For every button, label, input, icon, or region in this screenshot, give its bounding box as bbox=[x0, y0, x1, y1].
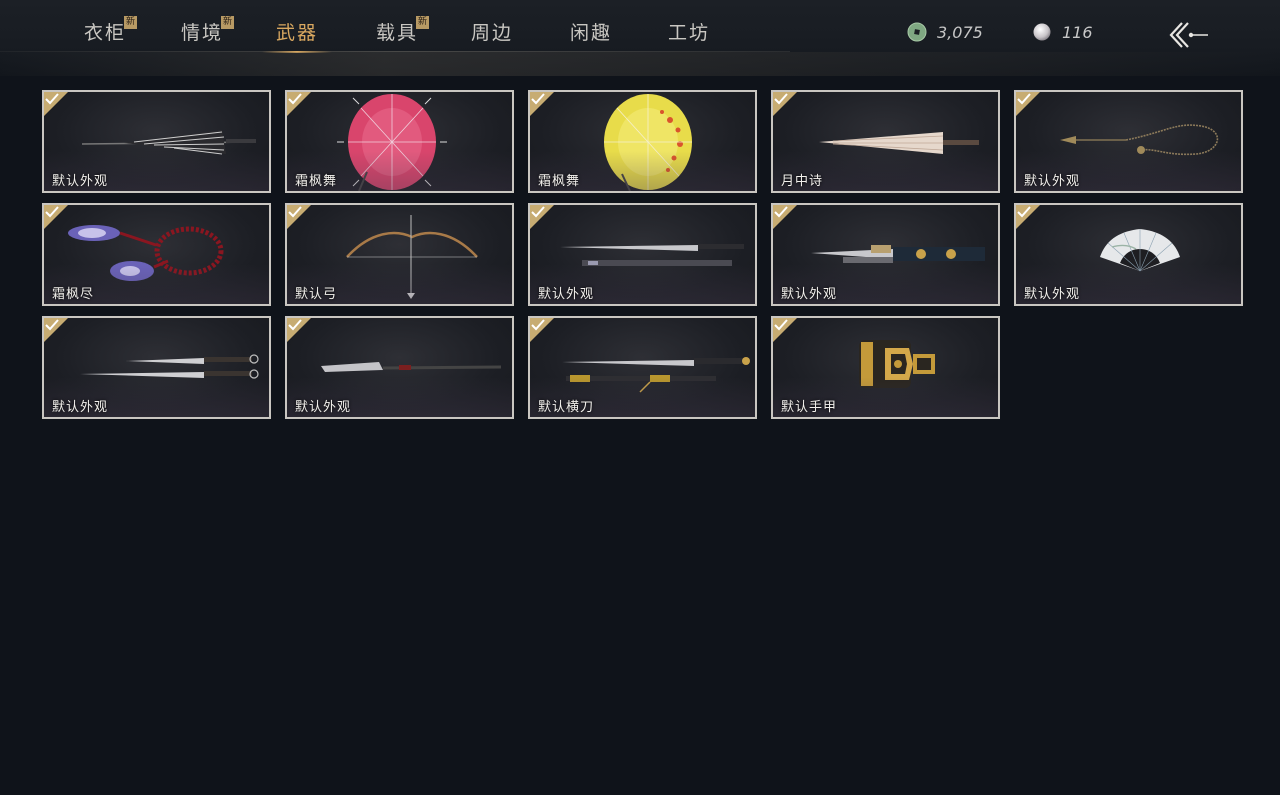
tab-accessories[interactable]: 周边 bbox=[471, 18, 513, 52]
skin-card[interactable]: 默认外观 bbox=[771, 203, 1000, 306]
skin-name: 霜枫尽 bbox=[52, 287, 95, 302]
skin-card[interactable]: 默认手甲 bbox=[771, 316, 1000, 419]
new-badge: 新 bbox=[221, 16, 234, 29]
tab-label: 衣柜 bbox=[84, 22, 127, 44]
tab-label: 情境 bbox=[181, 22, 224, 44]
new-badge: 新 bbox=[416, 16, 429, 29]
skin-name: 默认外观 bbox=[1024, 287, 1081, 302]
skin-card[interactable]: 默认外观 bbox=[42, 316, 271, 419]
tab-label: 载具 bbox=[376, 22, 419, 44]
skin-name: 霜枫舞 bbox=[295, 174, 338, 189]
back-button[interactable] bbox=[1166, 18, 1210, 52]
skin-name: 月中诗 bbox=[781, 174, 824, 189]
pearl-currency: 116 bbox=[1032, 20, 1093, 44]
skin-card[interactable]: 默认横刀 bbox=[528, 316, 757, 419]
jade-currency: 3,075 bbox=[907, 20, 983, 44]
pearl-icon bbox=[1032, 22, 1052, 42]
tab-workshop[interactable]: 工坊 bbox=[668, 18, 710, 52]
skin-card[interactable]: 霜枫尽 bbox=[42, 203, 271, 306]
skin-card[interactable]: 默认弓 bbox=[285, 203, 514, 306]
nav-divider bbox=[0, 51, 790, 52]
back-arrow-icon bbox=[1169, 22, 1208, 48]
skin-name: 默认手甲 bbox=[781, 400, 838, 415]
skin-name: 默认横刀 bbox=[538, 400, 595, 415]
skin-name: 默认弓 bbox=[295, 287, 338, 302]
skin-card[interactable]: 默认外观 bbox=[528, 203, 757, 306]
tab-scene[interactable]: 情境 新 bbox=[181, 16, 234, 52]
skin-card[interactable]: 默认外观 bbox=[1014, 203, 1243, 306]
skin-name: 默认外观 bbox=[781, 287, 838, 302]
jade-amount: 3,075 bbox=[937, 22, 983, 42]
tab-label: 闲趣 bbox=[570, 22, 613, 44]
skin-name: 默认外观 bbox=[52, 174, 109, 189]
tab-weapons[interactable]: 武器 bbox=[262, 18, 333, 53]
jade-coin-icon bbox=[907, 22, 927, 42]
active-tab-underline bbox=[262, 51, 333, 53]
tab-label: 工坊 bbox=[668, 22, 711, 44]
new-badge: 新 bbox=[124, 16, 137, 29]
tab-label: 周边 bbox=[471, 22, 514, 44]
skin-card[interactable]: 霜枫舞 bbox=[285, 90, 514, 193]
skin-name: 默认外观 bbox=[1024, 174, 1081, 189]
skin-name: 默认外观 bbox=[538, 287, 595, 302]
skin-name: 默认外观 bbox=[52, 400, 109, 415]
tab-mounts[interactable]: 载具 新 bbox=[376, 16, 429, 52]
skin-card[interactable]: 默认外观 bbox=[285, 316, 514, 419]
pearl-amount: 116 bbox=[1062, 22, 1093, 42]
skin-name: 默认外观 bbox=[295, 400, 352, 415]
skin-card[interactable]: 默认外观 bbox=[1014, 90, 1243, 193]
tab-label: 武器 bbox=[276, 22, 319, 44]
skin-card[interactable]: 月中诗 bbox=[771, 90, 1000, 193]
top-bar: 衣柜 新 情境 新 武器 载具 新 周边 闲趣 工坊 3,075 116 bbox=[0, 0, 1280, 76]
skin-card[interactable]: 霜枫舞 bbox=[528, 90, 757, 193]
tab-wardrobe[interactable]: 衣柜 新 bbox=[84, 16, 137, 52]
skin-name: 霜枫舞 bbox=[538, 174, 581, 189]
tab-leisure[interactable]: 闲趣 bbox=[570, 18, 612, 52]
skin-card[interactable]: 默认外观 bbox=[42, 90, 271, 193]
